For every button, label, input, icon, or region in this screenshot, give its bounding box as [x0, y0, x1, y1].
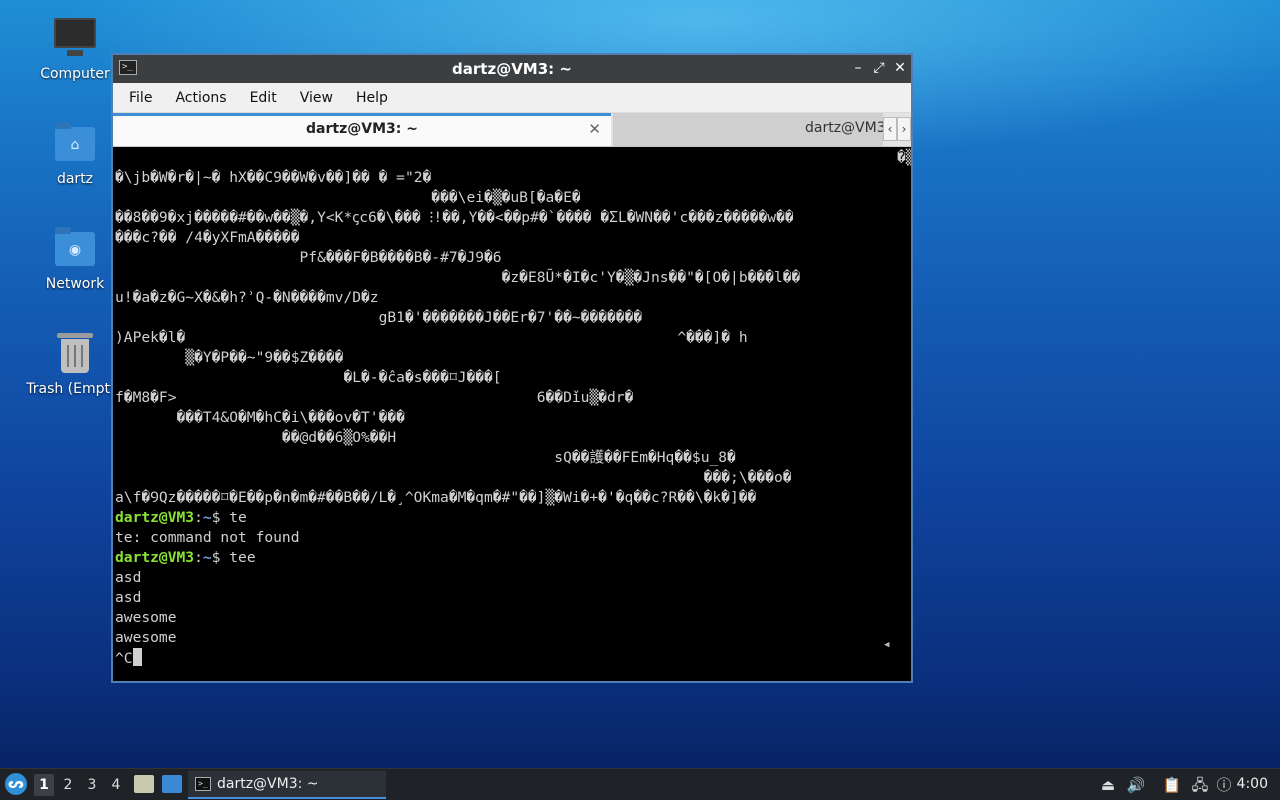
clock[interactable]: 4:00 [1237, 776, 1268, 792]
garbage-line: )APek�l� ^���]� h [115, 329, 748, 346]
garbage-line: �\jb�W�r�|~� hX��C9��W�v��]�� � ="2� [115, 169, 432, 186]
output-line: asd [115, 569, 142, 586]
task-label: dartz@VM3: ~ [217, 776, 319, 792]
command-text: te [229, 509, 247, 526]
garbage-line: �z�E8Ũ*�I�c'Y�▒�Jns��"�[O�|b���l�� [115, 269, 801, 286]
garbage-line: �▒��{��c [115, 149, 911, 166]
desktop-icon-trash[interactable]: Trash (Empty) [25, 331, 125, 397]
taskbar: ᔕ 1 2 3 4 >_ dartz@VM3: ~ ⏏ 🔊 📋 🖧 ⓘ 4:00 [0, 768, 1280, 800]
tab-terminal-1[interactable]: dartz@VM3: ~ ✕ [113, 113, 611, 146]
tab-terminal-2[interactable]: dartz@VM3: ~ [613, 113, 883, 146]
scroll-marker-icon: ◀ [884, 640, 890, 650]
minimize-button[interactable]: – [849, 59, 867, 77]
menu-help[interactable]: Help [348, 90, 396, 106]
input-line: ^C [115, 648, 911, 668]
garbage-line: f�M8�F> 6��Dǐu▒�dr� [115, 389, 634, 406]
desktop-icon-home[interactable]: ⌂ dartz [25, 121, 125, 187]
output-line: awesome [115, 609, 177, 626]
clipboard-icon[interactable]: 📋 [1162, 775, 1182, 795]
computer-icon [53, 16, 97, 60]
tab-label: dartz@VM3: ~ [805, 120, 883, 136]
error-line: te: command not found [115, 529, 300, 546]
menu-file[interactable]: File [121, 90, 160, 106]
close-button[interactable]: ✕ [891, 59, 909, 77]
desktop-icon-label: Trash (Empty) [26, 381, 124, 397]
tab-scroll-left-button[interactable]: ‹ [883, 117, 897, 141]
updates-icon[interactable]: ⏏ [1098, 775, 1118, 795]
binary-garbage-output: �▒��{��c �\jb�W�r�|~� hX��C9��W�v��]�� � … [115, 148, 911, 508]
output-line: asd [115, 589, 142, 606]
file-manager-launcher-icon[interactable] [134, 775, 154, 793]
prompt-line: dartz@VM3:~$ te [115, 508, 911, 528]
desktop-icon-computer[interactable]: Computer [25, 16, 125, 82]
tab-label: dartz@VM3: ~ [306, 121, 418, 137]
menu-view[interactable]: View [292, 90, 341, 106]
command-text: tee [229, 549, 256, 566]
menu-actions[interactable]: Actions [167, 90, 234, 106]
prompt-path: ~ [202, 549, 212, 566]
prompt-user: dartz@VM3 [115, 549, 195, 566]
garbage-line: Pf&���F�B����B�-#7�J9�6 [115, 249, 502, 266]
workspace-4[interactable]: 4 [106, 774, 126, 796]
garbage-line: u!�a�z�G~X�&�h?ʾQ-�N����mv/D�z [115, 289, 379, 306]
garbage-line: �L�-�ĉa�s���⌑J���[ [115, 369, 502, 386]
workspace-3[interactable]: 3 [82, 774, 102, 796]
volume-icon[interactable]: 🔊 [1126, 775, 1146, 795]
prompt-user: dartz@VM3 [115, 509, 195, 526]
trash-icon [53, 331, 97, 375]
workspace-1[interactable]: 1 [34, 774, 54, 796]
garbage-line: sQ��護��FEm�Hq��$u_8� [115, 449, 736, 466]
desktop-icon-label: Network [45, 276, 105, 292]
menu-edit[interactable]: Edit [242, 90, 285, 106]
prompt-sep: : [194, 509, 203, 526]
taskbar-task-terminal[interactable]: >_ dartz@VM3: ~ [188, 771, 386, 799]
garbage-line: gB1�'�������J��Er�7'��~������� [115, 309, 643, 326]
garbage-line: ���T4&O�M�hC�i\���ov�T'��� [115, 409, 405, 426]
garbage-line: ��@d��6▒O%��H [115, 429, 397, 446]
tab-scroll-right-button[interactable]: › [897, 117, 911, 141]
garbage-line: a\f�ꝮQz�����⌑�E��p�n�m�#��B��/L�¸^OKma�M… [115, 489, 757, 506]
prompt-dollar: $ [211, 509, 230, 526]
prompt-sep: : [194, 549, 203, 566]
show-desktop-icon[interactable] [162, 775, 182, 793]
interrupt-text: ^C [115, 650, 133, 667]
menu-bar: File Actions Edit View Help [113, 83, 911, 113]
text-cursor [132, 648, 142, 666]
desktop-icon-label: dartz [56, 171, 94, 187]
garbage-line: ���c?�� /4�yXFmA����� [115, 229, 300, 246]
tab-bar: dartz@VM3: ~ ✕ dartz@VM3: ~ ‹ › [113, 113, 911, 147]
prompt-line: dartz@VM3:~$ tee [115, 548, 911, 568]
terminal-icon: >_ [195, 777, 211, 791]
garbage-line: ���\ei�▒�uB[�a�E� [115, 189, 581, 206]
output-line: awesome [115, 629, 177, 646]
app-menu-icon[interactable]: ᔕ [5, 773, 27, 795]
garbage-line: ���;\���o� [115, 469, 792, 486]
close-icon[interactable]: ✕ [588, 120, 601, 138]
terminal-output[interactable]: �▒��{��c �\jb�W�r�|~� hX��C9��W�v��]�� � … [113, 148, 911, 681]
garbage-line: ▒�Y�P��~"9��$Z���� [115, 349, 344, 366]
network-folder-icon: ◉ [53, 226, 97, 270]
home-folder-icon: ⌂ [53, 121, 97, 165]
window-titlebar[interactable]: >_ dartz@VM3: ~ – ⤢ ✕ [113, 55, 911, 83]
network-icon[interactable]: 🖧 [1190, 775, 1210, 795]
terminal-window[interactable]: >_ dartz@VM3: ~ – ⤢ ✕ File Actions Edit … [111, 53, 913, 683]
maximize-button[interactable]: ⤢ [870, 59, 888, 77]
notification-icon[interactable]: ⓘ [1214, 775, 1234, 795]
prompt-path: ~ [202, 509, 212, 526]
desktop-icon-label: Computer [40, 66, 110, 82]
window-title: dartz@VM3: ~ [452, 60, 572, 78]
prompt-dollar: $ [211, 549, 230, 566]
workspace-2[interactable]: 2 [58, 774, 78, 796]
desktop-icon-network[interactable]: ◉ Network [25, 226, 125, 292]
garbage-line: ��8��9�xj�����#��w��▒�,Y<K*ꞔc6�\��� ⁝!��… [115, 209, 794, 226]
